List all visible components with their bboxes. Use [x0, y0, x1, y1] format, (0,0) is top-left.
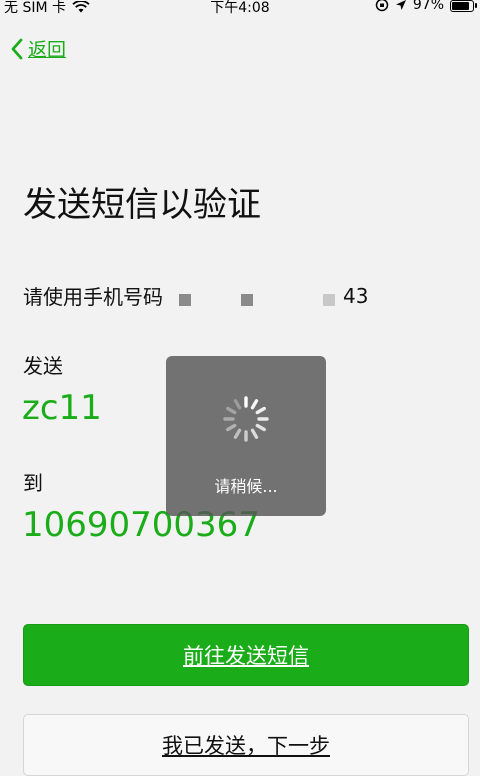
masked-phone-number: 43: [179, 284, 368, 308]
loading-toast: 请稍候...: [166, 356, 326, 516]
status-right: 97%: [375, 0, 477, 13]
go-send-sms-button[interactable]: 前往发送短信: [23, 624, 469, 686]
back-button[interactable]: 返回: [10, 35, 66, 62]
phone-suffix: 43: [343, 283, 369, 308]
orientation-lock-icon: [375, 0, 389, 12]
chevron-left-icon: [11, 38, 23, 59]
send-label: 发送: [23, 354, 63, 378]
sms-code: zc11: [22, 388, 102, 428]
phone-prefix: 请使用手机号码: [23, 285, 163, 309]
spinner-icon: [223, 396, 269, 442]
back-label[interactable]: 返回: [28, 35, 66, 62]
phone-instruction: 请使用手机号码 43: [23, 281, 368, 310]
location-icon: [395, 0, 406, 10]
status-bar: 无 SIM 卡 下午4:08 97%: [0, 0, 480, 18]
battery-icon: [450, 0, 477, 12]
battery-percent: 97%: [412, 0, 444, 13]
page-title: 发送短信以验证: [23, 185, 261, 225]
loading-text: 请稍候...: [214, 477, 278, 496]
to-label: 到: [23, 471, 43, 495]
